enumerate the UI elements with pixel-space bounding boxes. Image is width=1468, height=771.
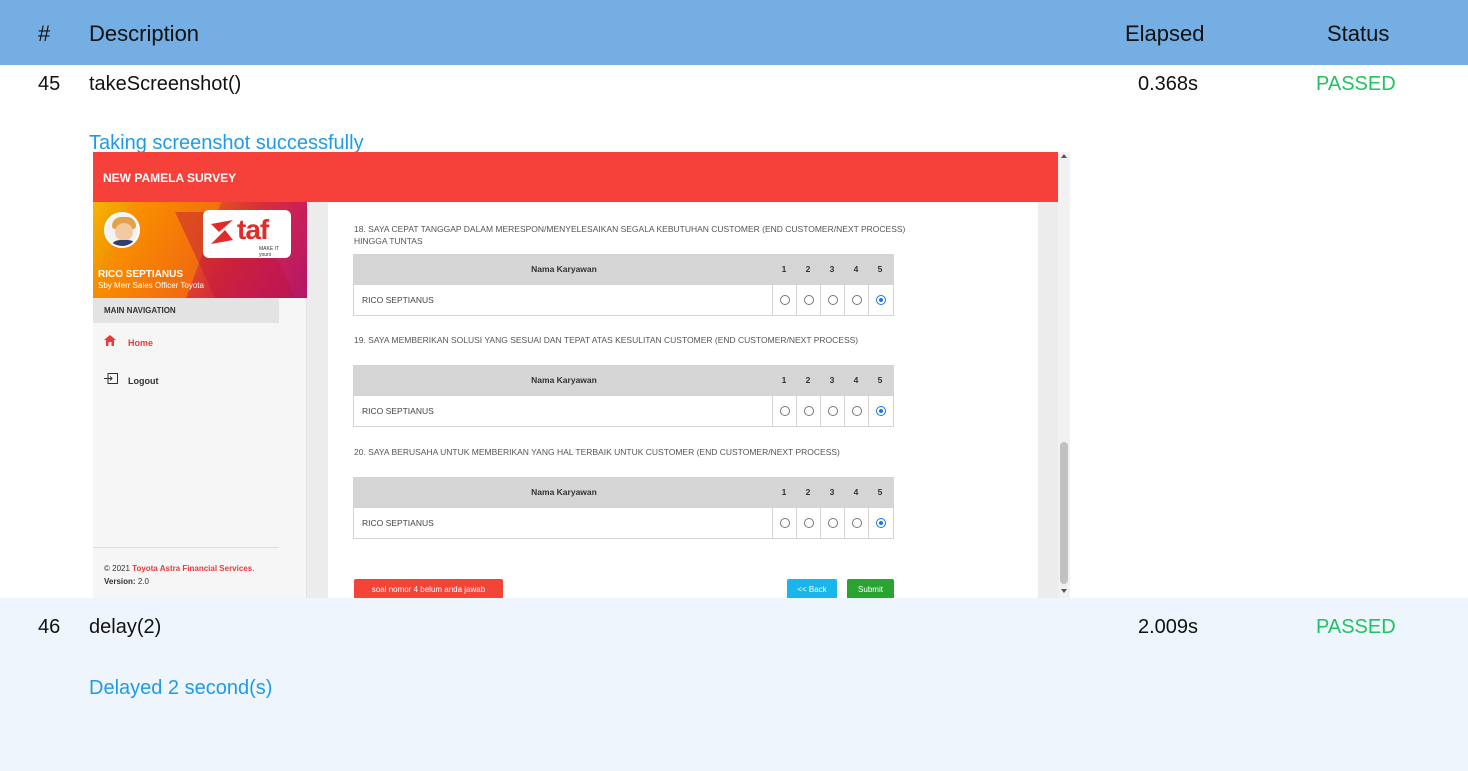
rating-radio-1[interactable]	[780, 518, 790, 528]
step-elapsed: 0.368s	[1138, 73, 1199, 95]
step-status: PASSED	[1316, 73, 1396, 95]
col-header-elapsed: Elapsed	[1125, 21, 1205, 46]
home-icon	[104, 335, 118, 348]
scale-label: 5	[877, 375, 883, 385]
rating-radio-4[interactable]	[852, 406, 862, 416]
question-text: 19. SAYA MEMBERIKAN SOLUSI YANG SESUAI D…	[354, 335, 859, 345]
table-row: RICO SEPTIANUS	[354, 396, 893, 426]
app-title: NEW PAMELA SURVEY	[103, 171, 237, 185]
table-row: RICO SEPTIANUS	[354, 508, 893, 538]
unanswered-warning-button[interactable]: soal nomor 4 belum anda jawab	[354, 579, 503, 598]
rating-radio-5[interactable]	[876, 295, 886, 305]
col-header-description: Description	[89, 21, 200, 46]
profile-name: RICO SEPTIANUS	[98, 269, 184, 280]
table-row: RICO SEPTIANUS	[354, 285, 893, 315]
step-number: 45	[38, 73, 61, 95]
submit-button[interactable]: Submit	[847, 579, 894, 598]
app-header: NEW PAMELA SURVEY	[93, 152, 1058, 202]
survey-content: 18. SAYA CEPAT TANGGAP DALAM MERESPON/ME…	[328, 202, 1038, 598]
rating-radio-2[interactable]	[804, 406, 814, 416]
scroll-up-icon[interactable]	[1061, 154, 1067, 158]
taf-logo: taf MAKE IT yours	[203, 210, 291, 258]
scrollbar[interactable]	[1058, 152, 1070, 598]
scroll-thumb[interactable]	[1060, 442, 1068, 584]
scale-label: 1	[781, 487, 787, 497]
scale-label: 4	[853, 375, 859, 385]
copyright: © 2021	[104, 564, 130, 573]
rating-radio-1[interactable]	[780, 406, 790, 416]
rating-radio-3[interactable]	[828, 518, 838, 528]
question-table: Nama Karyawan 1 2 3 4 5 RICO SEPTIANUS	[353, 365, 894, 427]
question-table: Nama Karyawan 1 2 3 4 5 RICO SEPTIANUS	[353, 477, 894, 539]
step-description: delay(2)	[89, 616, 162, 638]
scroll-down-icon[interactable]	[1061, 589, 1067, 593]
step-status: PASSED	[1316, 616, 1396, 638]
footer-dot: .	[252, 564, 255, 573]
rating-radio-3[interactable]	[828, 406, 838, 416]
scale-label: 1	[781, 375, 787, 385]
nav-item-home[interactable]: Home	[104, 335, 153, 348]
step-row-46: 46 delay(2) 2.009s PASSED Delayed 2 seco…	[0, 598, 1468, 771]
step-row-45: 45 takeScreenshot() 0.368s PASSED Taking…	[0, 65, 1468, 598]
scale-label: 2	[805, 264, 811, 274]
step-elapsed: 2.009s	[1138, 616, 1199, 638]
profile-role: Sby Merr Sales Officer Toyota	[98, 281, 204, 290]
nav-item-logout[interactable]: Logout	[104, 373, 159, 386]
logo-text: taf	[237, 214, 269, 245]
question-text: 18. SAYA CEPAT TANGGAP DALAM MERESPON/ME…	[354, 224, 906, 246]
table-header: Nama Karyawan 1 2 3 4 5	[354, 478, 893, 508]
table-header-label: Nama Karyawan	[531, 487, 597, 497]
nav-title: MAIN NAVIGATION	[93, 298, 279, 323]
rating-radio-4[interactable]	[852, 295, 862, 305]
nav-home-label: Home	[128, 338, 154, 348]
step-number: 46	[38, 616, 61, 638]
employee-name: RICO SEPTIANUS	[362, 295, 434, 305]
embedded-screenshot: NEW PAMELA SURVEY taf MAKE IT yours RICO…	[93, 152, 1070, 598]
profile-panel: taf MAKE IT yours RICO SEPTIANUS Sby Mer…	[93, 202, 307, 298]
taf-logo-mark-icon	[211, 220, 233, 244]
scale-label: 2	[805, 375, 811, 385]
scale-label: 5	[877, 487, 883, 497]
scale-label: 3	[829, 375, 835, 385]
step-description: takeScreenshot()	[89, 73, 242, 95]
sidebar-footer: © 2021 Toyota Astra Financial Services. …	[93, 547, 279, 598]
scale-label: 3	[829, 487, 835, 497]
report-header: # Description Elapsed Status	[0, 0, 1468, 65]
scale-label: 5	[877, 264, 883, 274]
version-value: 2.0	[137, 577, 149, 586]
step-message: Delayed 2 second(s)	[89, 677, 273, 699]
scale-label: 2	[805, 487, 811, 497]
table-header-label: Nama Karyawan	[531, 264, 597, 274]
back-button[interactable]: << Back	[787, 579, 837, 598]
company-link[interactable]: Toyota Astra Financial Services	[132, 564, 252, 573]
col-header-status: Status	[1327, 21, 1390, 46]
rating-radio-3[interactable]	[828, 295, 838, 305]
question-text: 20. SAYA BERUSAHA UNTUK MEMBERIKAN YANG …	[354, 447, 840, 457]
rating-radio-2[interactable]	[804, 518, 814, 528]
question-table: Nama Karyawan 1 2 3 4 5 RICO SEPTIANUS	[353, 254, 894, 316]
nav-logout-label: Logout	[128, 376, 159, 386]
rating-radio-5[interactable]	[876, 406, 886, 416]
table-header: Nama Karyawan 1 2 3 4 5	[354, 255, 893, 285]
rating-radio-2[interactable]	[804, 295, 814, 305]
employee-name: RICO SEPTIANUS	[362, 518, 434, 528]
avatar	[104, 212, 140, 248]
rating-radio-5[interactable]	[876, 518, 886, 528]
scale-label: 1	[781, 264, 787, 274]
col-header-num: #	[38, 21, 51, 46]
rating-radio-4[interactable]	[852, 518, 862, 528]
scale-label: 4	[853, 264, 859, 274]
scale-label: 4	[853, 487, 859, 497]
logo-tagline: MAKE IT yours	[259, 246, 279, 258]
logout-icon	[104, 373, 118, 386]
scale-label: 3	[829, 264, 835, 274]
sidebar: taf MAKE IT yours RICO SEPTIANUS Sby Mer…	[93, 202, 307, 598]
rating-radio-1[interactable]	[780, 295, 790, 305]
table-header: Nama Karyawan 1 2 3 4 5	[354, 366, 893, 396]
table-header-label: Nama Karyawan	[531, 375, 597, 385]
employee-name: RICO SEPTIANUS	[362, 406, 434, 416]
version-label: Version:	[104, 577, 136, 586]
